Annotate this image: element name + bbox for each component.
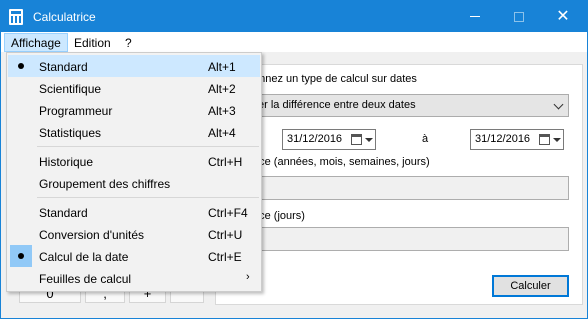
menu-item-shortcut: Ctrl+U bbox=[208, 228, 243, 242]
calc-type-select[interactable]: er la différence entre deux dates bbox=[251, 94, 569, 117]
dropdown-arrow-icon bbox=[553, 138, 561, 142]
menu-help[interactable]: ? bbox=[119, 33, 138, 52]
menu-item-label: Statistiques bbox=[39, 126, 102, 140]
menu-item-shortcut: Ctrl+H bbox=[208, 155, 243, 169]
to-date-value: 31/12/2016 bbox=[475, 133, 531, 145]
chevron-down-icon bbox=[553, 99, 564, 110]
calculator-icon bbox=[9, 9, 23, 25]
calendar-icon bbox=[351, 134, 362, 145]
menu-item-historique[interactable]: Historique Ctrl+H bbox=[8, 150, 260, 172]
menu-item-groupement[interactable]: Groupement des chiffres bbox=[8, 172, 260, 194]
menu-item-calcul-date[interactable]: Calcul de la date Ctrl+E bbox=[8, 245, 260, 267]
menu-separator bbox=[37, 197, 259, 198]
menu-item-label: Programmeur bbox=[39, 104, 113, 118]
calculate-button[interactable]: Calculer bbox=[492, 275, 569, 297]
menu-item-shortcut: Ctrl+E bbox=[208, 250, 242, 264]
difference-label: nce (années, mois, semaines, jours) bbox=[253, 156, 430, 168]
menu-edition[interactable]: Edition bbox=[68, 33, 117, 52]
menu-item-shortcut: Alt+4 bbox=[208, 126, 236, 140]
menu-affichage[interactable]: Affichage bbox=[4, 33, 68, 52]
difference-days-result-field bbox=[251, 227, 569, 251]
menu-item-standard[interactable]: Standard Alt+1 bbox=[8, 55, 260, 77]
minimize-button[interactable] bbox=[453, 1, 497, 32]
calc-type-value: er la différence entre deux dates bbox=[258, 99, 416, 111]
difference-result-field bbox=[251, 176, 569, 200]
window-title: Calculatrice bbox=[33, 10, 96, 24]
menu-item-conversion[interactable]: Conversion d'unités Ctrl+U bbox=[8, 223, 260, 245]
radio-bullet-icon bbox=[18, 63, 24, 69]
menu-item-programmeur[interactable]: Programmeur Alt+3 bbox=[8, 99, 260, 121]
calculator-window: Calculatrice ✕ Affichage Edition ? onnez… bbox=[0, 0, 588, 319]
menu-item-shortcut: Ctrl+F4 bbox=[208, 206, 248, 220]
from-date-value: 31/12/2016 bbox=[287, 133, 343, 145]
menu-item-shortcut: Alt+2 bbox=[208, 82, 236, 96]
calendar-icon bbox=[539, 134, 550, 145]
minimize-icon bbox=[470, 16, 480, 17]
calc-type-label: onnez un type de calcul sur dates bbox=[253, 73, 417, 85]
menu-item-label: Calcul de la date bbox=[39, 250, 129, 264]
maximize-icon bbox=[514, 11, 524, 22]
menu-item-scientifique[interactable]: Scientifique Alt+2 bbox=[8, 77, 260, 99]
chevron-right-icon: › bbox=[246, 271, 250, 283]
menu-item-label: Conversion d'unités bbox=[39, 228, 145, 242]
menu-item-label: Standard bbox=[39, 60, 88, 74]
dropdown-arrow-icon bbox=[365, 138, 373, 142]
menu-item-standard-converter[interactable]: Standard Ctrl+F4 bbox=[8, 201, 260, 223]
to-label: à bbox=[422, 133, 429, 145]
to-date-picker[interactable]: 31/12/2016 bbox=[470, 129, 564, 150]
radio-bullet-icon bbox=[18, 253, 24, 259]
title-bar[interactable]: Calculatrice ✕ bbox=[1, 1, 587, 32]
close-icon: ✕ bbox=[556, 7, 570, 25]
menu-item-statistiques[interactable]: Statistiques Alt+4 bbox=[8, 121, 260, 143]
menu-item-label: Standard bbox=[39, 206, 88, 220]
menu-item-label: Groupement des chiffres bbox=[39, 177, 171, 191]
menu-bar: Affichage Edition ? bbox=[1, 32, 587, 52]
menu-item-shortcut: Alt+3 bbox=[208, 104, 236, 118]
close-button[interactable]: ✕ bbox=[541, 1, 585, 32]
affichage-dropdown-menu: Standard Alt+1 Scientifique Alt+2 Progra… bbox=[6, 52, 262, 292]
menu-item-shortcut: Alt+1 bbox=[208, 60, 236, 74]
maximize-button[interactable] bbox=[497, 1, 541, 32]
menu-item-feuilles[interactable]: Feuilles de calcul › bbox=[8, 267, 260, 289]
menu-item-label: Historique bbox=[39, 155, 94, 169]
menu-item-label: Feuilles de calcul bbox=[39, 272, 132, 286]
menu-separator bbox=[37, 146, 259, 147]
menu-item-label: Scientifique bbox=[39, 82, 102, 96]
from-date-picker[interactable]: 31/12/2016 bbox=[282, 129, 376, 150]
